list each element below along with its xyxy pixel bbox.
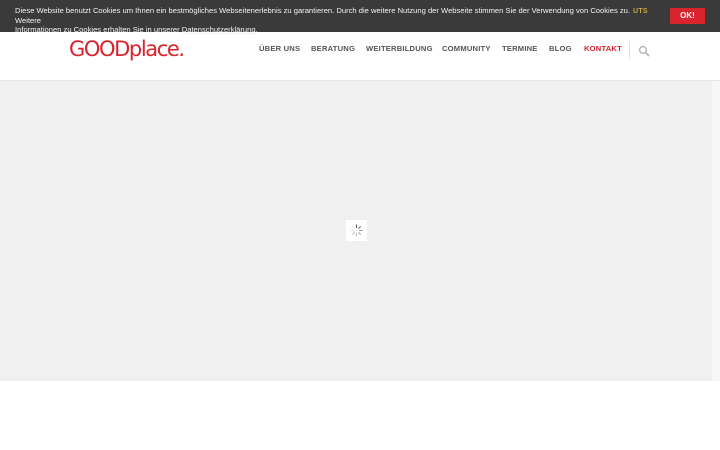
cookie-message-end: . bbox=[255, 25, 258, 35]
privacy-policy-link[interactable]: Datenschutzerklärung bbox=[182, 25, 256, 34]
cookie-message: Diese Website benutzt Cookies um Ihnen e… bbox=[15, 6, 645, 35]
content-slider-area bbox=[0, 81, 712, 381]
nav-item-blog[interactable]: BLOG bbox=[549, 44, 572, 53]
logo-caps: GOOD bbox=[69, 37, 130, 61]
cookie-ok-button[interactable]: OK! bbox=[670, 8, 705, 24]
page-below-fold bbox=[0, 381, 720, 450]
site-header: GOODplace. ÜBER UNS BERATUNG WEITERBILDU… bbox=[0, 32, 720, 81]
cookie-message-line2: Informationen zu Cookies erhalten Sie in… bbox=[15, 25, 182, 35]
nav-item-weiterbildung[interactable]: WEITERBILDUNG bbox=[366, 44, 433, 53]
nav-item-ueber-uns[interactable]: ÜBER UNS bbox=[259, 44, 300, 53]
cookie-message-line1: Diese Website benutzt Cookies um Ihnen e… bbox=[15, 6, 631, 25]
nav-item-community[interactable]: COMMUNITY bbox=[442, 44, 491, 53]
logo-rest: place. bbox=[128, 37, 185, 61]
scrollbar[interactable] bbox=[712, 81, 720, 381]
goodplace-logo[interactable]: GOODplace. bbox=[69, 36, 185, 62]
nav-item-kontakt[interactable]: KONTAKT bbox=[584, 44, 622, 53]
cookie-bar: Diese Website benutzt Cookies um Ihnen e… bbox=[0, 0, 720, 35]
search-icon[interactable] bbox=[638, 44, 650, 57]
nav-divider bbox=[629, 41, 630, 59]
obscured-nav-text: UTS bbox=[633, 8, 648, 15]
nav-item-beratung[interactable]: BERATUNG bbox=[311, 44, 355, 53]
spinner-icon bbox=[346, 220, 367, 241]
nav-item-termine[interactable]: TERMINE bbox=[502, 44, 538, 53]
